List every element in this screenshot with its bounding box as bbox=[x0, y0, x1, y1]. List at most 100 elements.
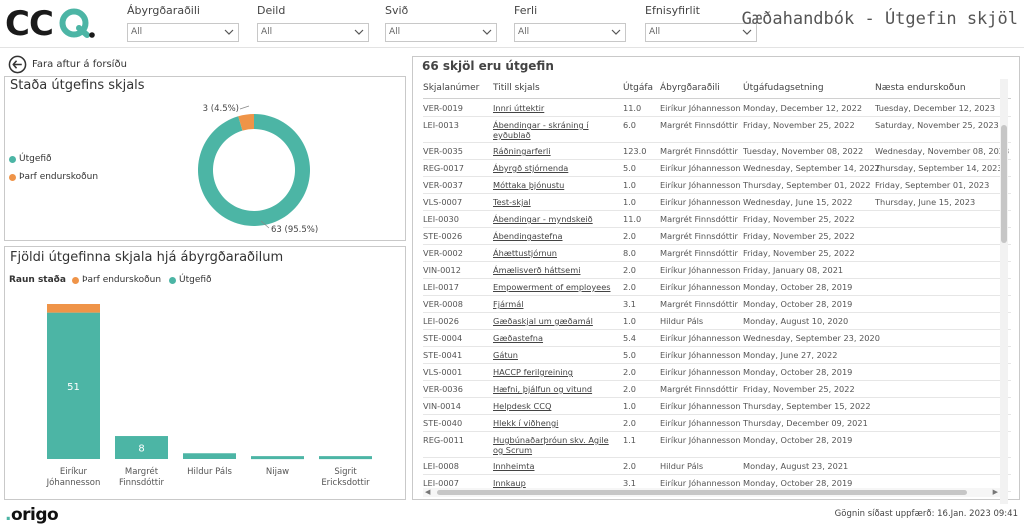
document-title-link[interactable]: Helpdesk CCQ bbox=[493, 401, 618, 411]
table-row[interactable]: LEI-0030 Ábendingar - myndskeið 11.0 Margré… bbox=[423, 211, 1011, 228]
table-cell: VER-0036 bbox=[423, 384, 463, 394]
document-title-link[interactable]: Innri úttektir bbox=[493, 103, 618, 113]
back-to-home-link[interactable]: Fara aftur á forsíðu bbox=[8, 54, 127, 74]
table-body[interactable]: VER-0019 Innri úttektir 11.0 Eiríkur Jóhann… bbox=[423, 100, 1011, 496]
horizontal-scroll-thumb[interactable] bbox=[437, 490, 967, 495]
table-cell: Monday, October 28, 2019 bbox=[743, 367, 853, 377]
vertical-scroll-thumb[interactable] bbox=[1001, 125, 1007, 243]
document-title-link[interactable]: Ábendingar - myndskeið bbox=[493, 214, 618, 224]
document-title-link[interactable]: Gátun bbox=[493, 350, 618, 360]
status-donut-chart[interactable]: 3 (4.5%) 63 (95.5%) bbox=[5, 77, 405, 240]
table-row[interactable]: STE-0004 Gæðastefna 5.4 Eiríkur Jóhannesson… bbox=[423, 330, 1011, 347]
scroll-right-icon[interactable]: ▶ bbox=[993, 488, 998, 497]
table-row[interactable]: VER-0019 Innri úttektir 11.0 Eiríkur Jóhann… bbox=[423, 100, 1011, 117]
document-title-link[interactable]: Innkaup bbox=[493, 478, 618, 488]
document-title-link[interactable]: Ábendingastefna bbox=[493, 231, 618, 241]
document-title-link[interactable]: Ábendingar - skráning í eyðublað bbox=[493, 120, 618, 140]
document-title-link[interactable]: Test-skjal bbox=[493, 197, 618, 207]
document-title-link[interactable]: Fjármál bbox=[493, 299, 618, 309]
filter-dropdown[interactable]: All bbox=[514, 23, 626, 42]
table-cell: LEI-0013 bbox=[423, 120, 459, 130]
column-header[interactable]: Næsta endurskoðun bbox=[875, 83, 966, 93]
document-title-link[interactable]: Hugbúnaðarþróun skv. Agile og Scrum bbox=[493, 435, 618, 455]
table-row[interactable]: VER-0037 Móttaka þjónustu 1.0 Eiríkur Jóhan… bbox=[423, 177, 1011, 194]
donut-slice-published[interactable] bbox=[198, 114, 311, 226]
table-cell: REG-0017 bbox=[423, 163, 464, 173]
table-row[interactable]: VER-0035 Ráðningarferli 123.0 Margrét Finns… bbox=[423, 143, 1011, 160]
table-row[interactable]: REG-0017 Ábyrgð stjórnenda 5.0 Eiríkur Jóha… bbox=[423, 160, 1011, 177]
table-row[interactable]: LEI-0017 Empowerment of employees 2.0 Eirík… bbox=[423, 279, 1011, 296]
table-row[interactable]: LEI-0008 Innheimta 2.0 Hildur Páls Monday, A… bbox=[423, 458, 1011, 475]
filter-value: All bbox=[131, 27, 143, 37]
table-cell: VER-0008 bbox=[423, 299, 463, 309]
column-header[interactable]: Ábyrgðaraðili bbox=[660, 83, 720, 93]
table-cell: Friday, November 25, 2022 bbox=[743, 214, 855, 224]
column-header[interactable]: Titill skjals bbox=[493, 83, 540, 93]
table-row[interactable]: STE-0026 Ábendingastefna 2.0 Margrét Finnsd… bbox=[423, 228, 1011, 245]
document-title-link[interactable]: Empowerment of employees bbox=[493, 282, 618, 292]
document-title-link[interactable]: HACCP ferilgreining bbox=[493, 367, 618, 377]
document-title-link[interactable]: Móttaka þjónustu bbox=[493, 180, 618, 190]
column-header[interactable]: Útgáfa bbox=[623, 83, 653, 93]
table-row[interactable]: STE-0041 Gátun 5.0 Eiríkur Jóhannesson Monda… bbox=[423, 347, 1011, 364]
responsible-bar-chart[interactable]: 51 EiríkurJóhannesson 8 MargrétFinnsdóttir H… bbox=[5, 247, 405, 499]
table-cell: LEI-0007 bbox=[423, 478, 459, 488]
table-cell: Eiríkur Jóhannesson bbox=[660, 367, 741, 377]
column-header[interactable]: Skjalanúmer bbox=[423, 83, 479, 93]
table-cell: VIN-0014 bbox=[423, 401, 461, 411]
document-title-link[interactable]: Ábyrgð stjórnenda bbox=[493, 163, 618, 173]
table-cell: Margrét Finnsdóttir bbox=[660, 299, 738, 309]
table-cell: 11.0 bbox=[623, 103, 642, 113]
bar-category-label: Margrét bbox=[125, 466, 159, 477]
table-cell: Eiríkur Jóhannesson bbox=[660, 478, 741, 488]
table-cell: Thursday, December 09, 2021 bbox=[743, 418, 868, 428]
table-cell: Friday, November 25, 2022 bbox=[743, 120, 855, 130]
document-title-link[interactable]: Innheimta bbox=[493, 461, 618, 471]
filter-dropdown[interactable]: All bbox=[257, 23, 369, 42]
chevron-down-icon bbox=[482, 29, 492, 35]
table-cell: LEI-0008 bbox=[423, 461, 459, 471]
table-cell: Eiríkur Jóhannesson bbox=[660, 163, 741, 173]
table-row[interactable]: VER-0036 Hæfni, þjálfun og vitund 2.0 Margr… bbox=[423, 381, 1011, 398]
table-horizontal-scrollbar[interactable]: ◀ ▶ bbox=[423, 488, 1000, 497]
table-vertical-scrollbar[interactable] bbox=[1000, 79, 1008, 504]
table-row[interactable]: VER-0008 Fjármál 3.1 Margrét Finnsdóttir Mon… bbox=[423, 296, 1011, 313]
table-row[interactable]: LEI-0026 Gæðaskjal um gæðamál 1.0 Hildur Pá… bbox=[423, 313, 1011, 330]
table-row[interactable]: VLS-0007 Test-skjal 1.0 Eiríkur Jóhannesson… bbox=[423, 194, 1011, 211]
table-row[interactable]: VER-0002 Áhættustjórnun 8.0 Margrét Finnsdó… bbox=[423, 245, 1011, 262]
bar-published[interactable] bbox=[251, 456, 304, 460]
bar-published[interactable] bbox=[183, 453, 236, 459]
document-title-link[interactable]: Ámælisverð háttsemi bbox=[493, 265, 618, 275]
back-link-label: Fara aftur á forsíðu bbox=[32, 58, 127, 70]
filter-slicer: Ferli All bbox=[514, 3, 626, 42]
scroll-left-icon[interactable]: ◀ bbox=[425, 488, 430, 497]
table-cell: Eiríkur Jóhannesson bbox=[660, 180, 741, 190]
chevron-down-icon bbox=[611, 29, 621, 35]
document-title-link[interactable]: Áhættustjórnun bbox=[493, 248, 618, 258]
document-title-link[interactable]: Hlekk í viðhengi bbox=[493, 418, 618, 428]
filter-slicer: Efnisyfirlit All bbox=[645, 3, 757, 42]
table-cell: Friday, January 08, 2021 bbox=[743, 265, 844, 275]
filter-dropdown[interactable]: All bbox=[127, 23, 239, 42]
document-title-link[interactable]: Ráðningarferli bbox=[493, 146, 618, 156]
table-cell: 123.0 bbox=[623, 146, 647, 156]
filter-dropdown[interactable]: All bbox=[645, 23, 757, 42]
table-row[interactable]: LEI-0013 Ábendingar - skráning í eyðublað… bbox=[423, 117, 1011, 143]
table-cell: 5.0 bbox=[623, 350, 637, 360]
table-row[interactable]: STE-0040 Hlekk í viðhengi 2.0 Eiríkur Jóhan… bbox=[423, 415, 1011, 432]
document-title-link[interactable]: Gæðastefna bbox=[493, 333, 618, 343]
column-header[interactable]: Útgáfudagsetning bbox=[743, 83, 824, 93]
table-cell: VER-0019 bbox=[423, 103, 463, 113]
filter-dropdown[interactable]: All bbox=[385, 23, 497, 42]
table-row[interactable]: REG-0011 Hugbúnaðarþróun skv. Agile og Sc… bbox=[423, 432, 1011, 458]
document-title-link[interactable]: Gæðaskjal um gæðamál bbox=[493, 316, 618, 326]
filter-value: All bbox=[389, 27, 401, 37]
table-row[interactable]: VIN-0012 Ámælisverð háttsemi 2.0 Eiríkur Jó… bbox=[423, 262, 1011, 279]
document-title-link[interactable]: Hæfni, þjálfun og vitund bbox=[493, 384, 618, 394]
bar-review[interactable] bbox=[47, 304, 100, 313]
bar-published[interactable] bbox=[319, 456, 372, 460]
table-cell: Monday, October 28, 2019 bbox=[743, 478, 853, 488]
table-cell: 8.0 bbox=[623, 248, 637, 258]
table-row[interactable]: VLS-0001 HACCP ferilgreining 2.0 Eiríkur Jó… bbox=[423, 364, 1011, 381]
table-row[interactable]: VIN-0014 Helpdesk CCQ 1.0 Eiríkur Jóhanness… bbox=[423, 398, 1011, 415]
